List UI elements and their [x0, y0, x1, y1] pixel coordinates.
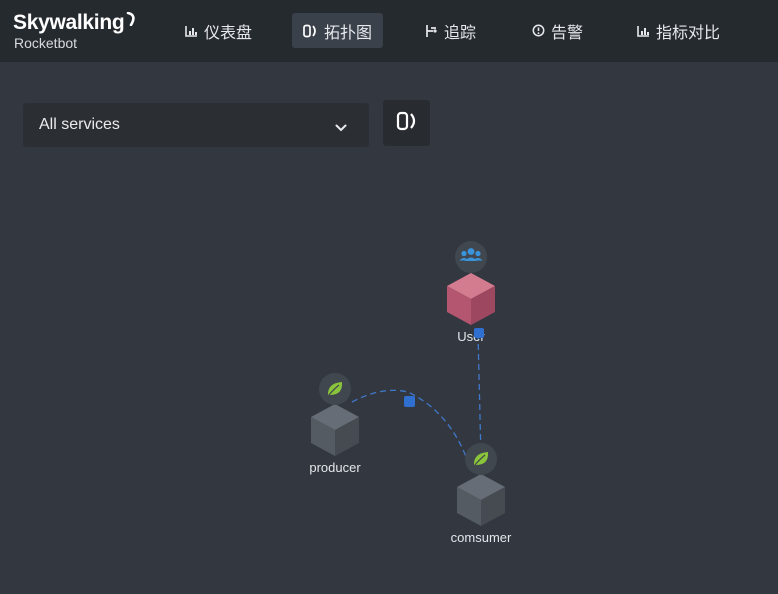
logo-swoosh-icon: [127, 12, 136, 26]
node-comsumer[interactable]: comsumer: [451, 443, 512, 545]
edge-marker-producer-comsumer[interactable]: [404, 396, 415, 407]
nav-item-label: 告警: [551, 24, 584, 42]
nav-item-dashboard[interactable]: 仪表盘: [174, 13, 263, 48]
edge-user-comsumer[interactable]: [477, 333, 482, 459]
logo-subtitle: Rocketbot: [14, 35, 78, 51]
node-label: comsumer: [451, 530, 512, 545]
topology-graph[interactable]: User producer comsumer: [0, 62, 778, 594]
bar-chart-icon: [185, 25, 198, 37]
nav-item-label: 仪表盘: [204, 24, 253, 42]
node-user[interactable]: User: [447, 241, 495, 344]
bar-chart-icon: [637, 25, 650, 37]
topology-icon: [303, 24, 318, 38]
nav-item-alarm[interactable]: 告警: [521, 13, 594, 48]
spring-leaf-icon: [319, 373, 351, 405]
spring-leaf-icon: [465, 443, 497, 475]
node-label: producer: [309, 460, 361, 475]
nav-item-metric-compare[interactable]: 指标对比: [626, 13, 731, 48]
logo[interactable]: Skywalking Rocketbot: [13, 12, 137, 51]
logo-brand: Skywalking: [13, 11, 125, 34]
alarm-icon: [532, 24, 545, 37]
topology-edges: [351, 333, 482, 463]
nav-item-label: 追踪: [444, 24, 477, 42]
users-icon: [455, 241, 487, 273]
nav-item-topology[interactable]: 拓扑图: [292, 13, 384, 48]
nav-item-trace[interactable]: 追踪: [414, 13, 487, 48]
nav-item-label: 拓扑图: [324, 24, 373, 42]
nav-item-label: 指标对比: [656, 24, 721, 42]
trace-icon: [425, 24, 438, 38]
edge-marker-user-comsumer[interactable]: [474, 328, 484, 338]
node-producer[interactable]: producer: [309, 373, 361, 475]
top-navigation-bar: Skywalking Rocketbot 仪表盘 拓扑图 追踪 告警 指标对比: [0, 0, 778, 62]
